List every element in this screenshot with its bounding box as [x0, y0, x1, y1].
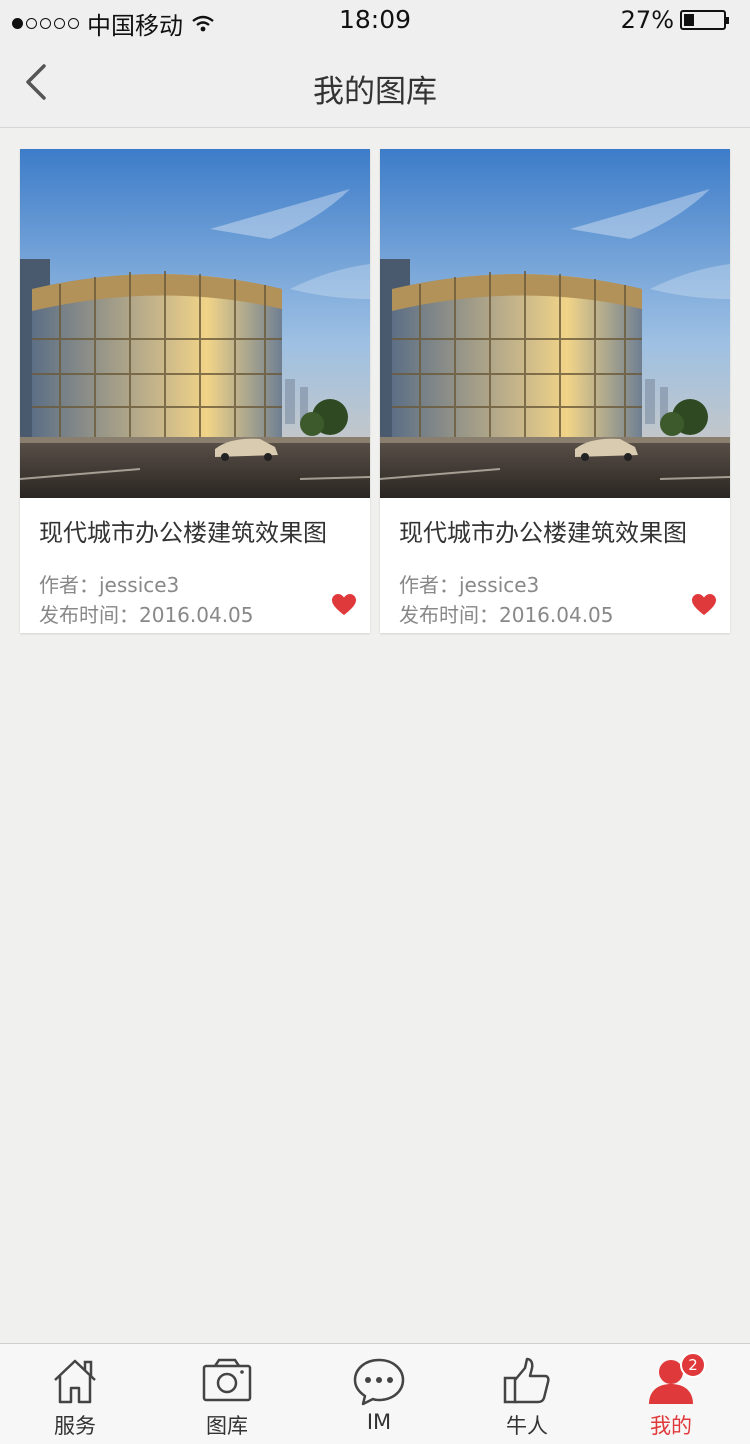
tab-services[interactable]: 服务 — [0, 1344, 150, 1444]
nav-bar: 我的图库 — [0, 40, 750, 128]
card-title: 现代城市办公楼建筑效果图 — [39, 519, 327, 547]
card-date: 发布时间：2016.04.05 — [39, 603, 254, 627]
card-author: 作者：jessice3 — [39, 573, 180, 597]
building-thumbnail[interactable] — [380, 149, 730, 498]
camera-icon — [202, 1358, 252, 1402]
heart-icon[interactable] — [331, 593, 357, 617]
gallery-card[interactable]: 现代城市办公楼建筑效果图 作者：jessice3 发布时间：2016.04.05 — [20, 149, 370, 633]
card-date: 发布时间：2016.04.05 — [399, 603, 614, 627]
gallery-card[interactable]: 现代城市办公楼建筑效果图 作者：jessice3 发布时间：2016.04.05 — [380, 149, 730, 633]
tab-label: 牛人 — [506, 1414, 548, 1438]
tab-mine[interactable]: 2 我的 — [596, 1344, 746, 1444]
heart-icon[interactable] — [691, 593, 717, 617]
battery-fill — [684, 14, 695, 26]
thumbs-up-icon — [503, 1357, 550, 1404]
home-icon — [54, 1359, 96, 1404]
tab-bar: 服务 图库 IM 牛人 2 我的 — [0, 1343, 750, 1444]
status-right: 27% — [620, 6, 729, 34]
tab-gallery[interactable]: 图库 — [152, 1344, 302, 1444]
tab-label: 图库 — [206, 1414, 248, 1438]
card-author: 作者：jessice3 — [399, 573, 540, 597]
tab-label: IM — [366, 1410, 392, 1434]
tab-im[interactable]: IM — [304, 1344, 454, 1444]
tab-label: 我的 — [650, 1414, 692, 1438]
tab-label: 服务 — [54, 1414, 96, 1438]
card-title: 现代城市办公楼建筑效果图 — [399, 519, 687, 547]
building-thumbnail[interactable] — [20, 149, 370, 498]
battery-icon — [680, 10, 729, 30]
battery-percentage: 27% — [620, 6, 674, 34]
page-title: 我的图库 — [313, 74, 437, 110]
notification-badge: 2 — [680, 1352, 706, 1378]
tab-experts[interactable]: 牛人 — [452, 1344, 602, 1444]
status-bar: 中国移动 18:09 27% — [0, 0, 750, 40]
chat-icon — [353, 1358, 405, 1406]
